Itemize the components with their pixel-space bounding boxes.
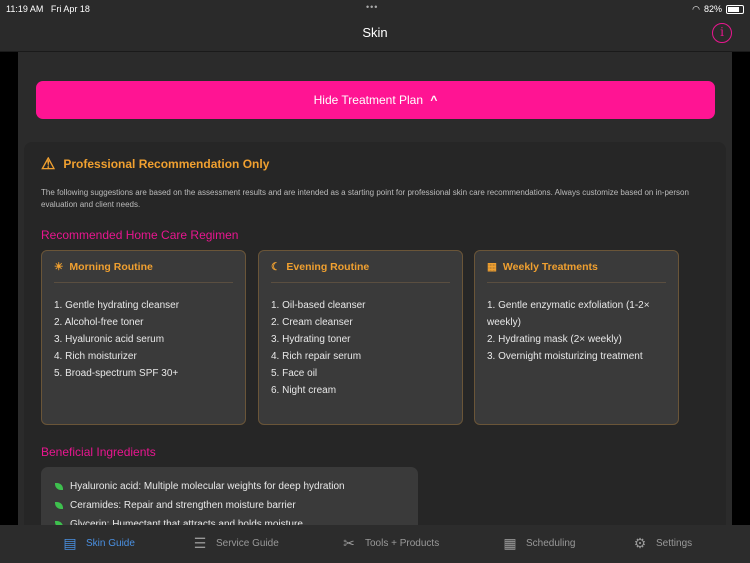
list-item: 3. Overnight moisturizing treatment [487,351,643,362]
tools-icon: ✂ [343,535,355,551]
list-item: Glycerin: Humectant that attracts and ho… [55,515,404,525]
tab-label: Scheduling [526,537,576,549]
info-icon[interactable]: i [712,23,732,43]
card-title: Weekly Treatments [502,261,598,273]
page-title: Skin [362,25,388,40]
gear-icon: ⚙ [633,535,647,551]
warning-title: Professional Recommendation Only [63,157,270,171]
status-date: Fri Apr 18 [50,4,90,14]
leaf-icon [55,502,63,509]
list-item: Hyaluronic acid: Multiple molecular weig… [55,477,404,496]
skin-guide-icon: ▤ [63,535,77,551]
list-item: 1. Oil-based cleanser [271,300,366,311]
ingredient-text: Glycerin: Humectant that attracts and ho… [70,519,303,525]
moon-icon: ☾ [271,261,281,273]
status-bar: 11:19 AM Fri Apr 18 ••• ◠ 82% [0,0,750,18]
regimen-heading: Recommended Home Care Regimen [41,228,239,242]
list-item: 3. Hydrating toner [271,334,351,345]
card-title: Morning Routine [69,261,153,273]
tab-skin-guide[interactable]: ▤ Skin Guide [62,535,135,551]
button-label: Hide Treatment Plan [313,93,424,107]
ingredients-heading: Beneficial Ingredients [41,445,156,459]
warning-text: The following suggestions are based on t… [41,188,689,209]
tab-settings[interactable]: ⚙ Settings [632,535,692,551]
hide-treatment-plan-button[interactable]: Hide Treatment Plan ^ [36,81,715,119]
tab-label: Skin Guide [86,537,135,549]
morning-routine-card: ☀ Morning Routine 1. Gentle hydrating cle… [41,250,246,425]
tab-label: Tools + Products [365,537,440,549]
weekly-treatments-card: ▦ Weekly Treatments 1. Gentle enzymatic e… [474,250,679,425]
content-panel[interactable]: Hide Treatment Plan ^ ⚠ Professional Reco… [18,52,732,525]
list-item: 3. Hyaluronic acid serum [54,334,165,345]
warning-icon: ⚠ [41,156,56,173]
leaf-icon [55,483,63,490]
battery-percent: 82% [703,4,722,14]
nav-bar: Skin i [0,18,750,52]
list-item: 5. Broad-spectrum SPF 30+ [54,368,179,379]
tab-label: Service Guide [216,537,279,549]
calendar-icon: ▦ [503,535,517,551]
list-item: 4. Rich moisturizer [54,351,137,362]
list-item: 2. Alcohol-free toner [54,317,144,328]
list-item: 5. Face oil [271,368,318,379]
ingredient-text: Hyaluronic acid: Multiple molecular weig… [70,481,345,492]
list-item: 2. Hydrating mask (2× weekly) [487,334,622,345]
ingredient-text: Ceramides: Repair and strengthen moistur… [70,500,296,511]
list-item: 1. Gentle enzymatic exfoliation (1-2× we… [487,300,650,328]
evening-routine-card: ☾ Evening Routine 1. Oil-based cleanser 2.… [258,250,463,425]
list-item: 2. Cream cleanser [271,317,353,328]
treatment-plan-card: ⚠ Professional Recommendation Only The fo… [24,142,726,525]
multitask-dots[interactable]: ••• [366,2,378,12]
tab-service-guide[interactable]: ☰ Service Guide [192,535,279,551]
tab-tools-products[interactable]: ✂ Tools + Products [341,535,439,551]
warning-header: ⚠ Professional Recommendation Only [41,154,269,174]
calendar-icon: ▦ [487,261,497,273]
tab-label: Settings [656,537,693,549]
list-item: Ceramides: Repair and strengthen moistur… [55,496,404,515]
chevron-up-icon: ^ [430,93,438,107]
ingredients-list: Hyaluronic acid: Multiple molecular weig… [41,467,418,525]
tab-bar: ▤ Skin Guide ☰ Service Guide ✂ Tools + Prod… [0,525,750,563]
status-time: 11:19 AM [6,4,44,14]
tab-scheduling[interactable]: ▦ Scheduling [502,535,575,551]
list-item: 4. Rich repair serum [271,351,362,362]
list-icon: ☰ [193,535,207,551]
sun-icon: ☀ [54,261,64,273]
card-title: Evening Routine [286,261,370,273]
wifi-icon: ◠ [692,3,700,14]
list-item: 1. Gentle hydrating cleanser [54,300,180,311]
battery-icon [726,4,744,14]
list-item: 6. Night cream [271,385,337,396]
